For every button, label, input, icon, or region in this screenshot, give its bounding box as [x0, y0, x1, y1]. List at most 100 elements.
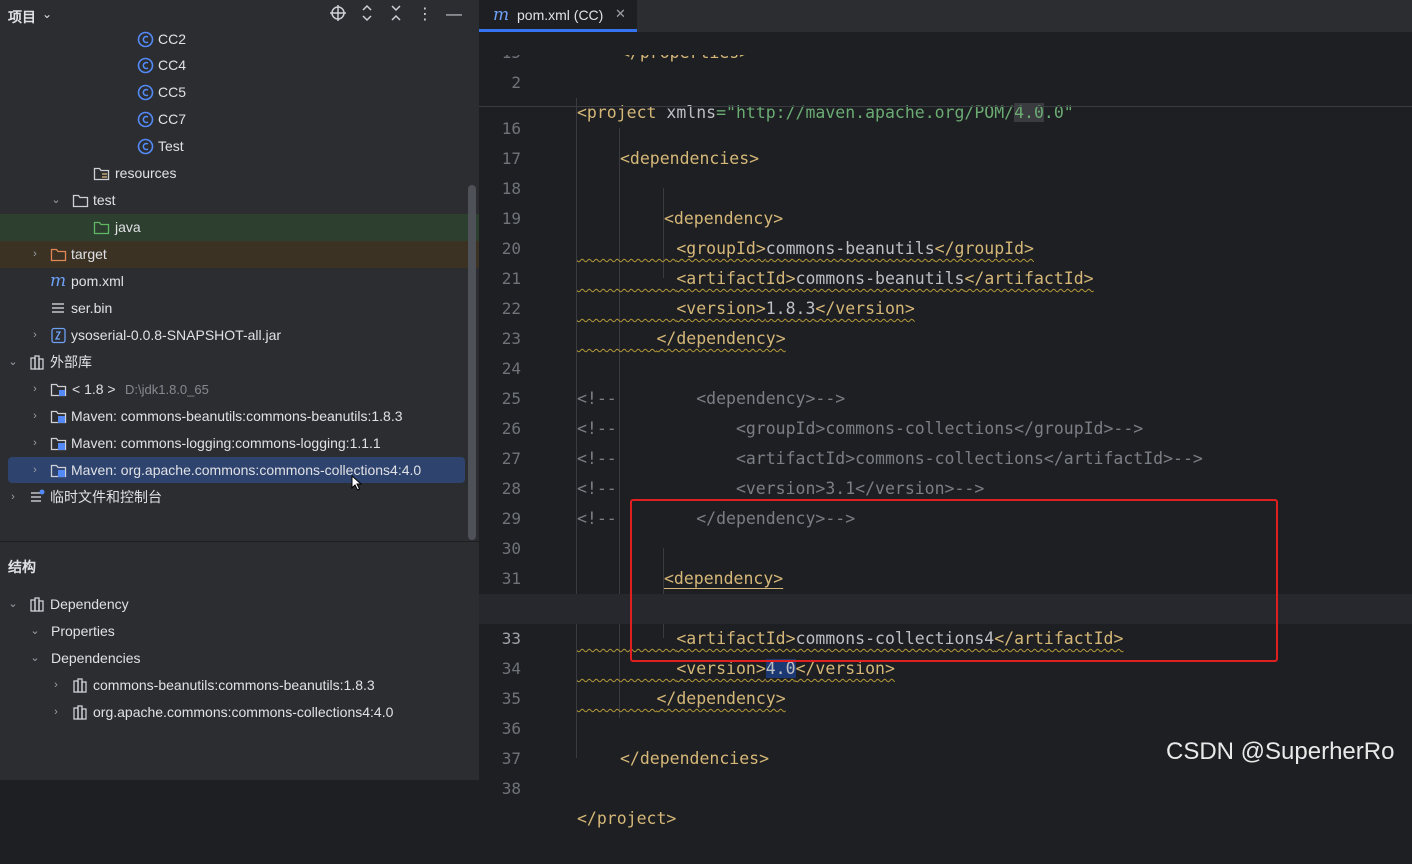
structure-item-dependency[interactable]: ⌄ Dependency [0, 591, 479, 618]
code-line: 16 <dependencies> [479, 84, 1412, 168]
tree-item-pom-xml[interactable]: m pom.xml [0, 268, 479, 295]
chevron-right-icon[interactable]: › [50, 672, 62, 699]
expand-all-icon[interactable] [356, 4, 378, 26]
tree-item-label: java [115, 219, 141, 235]
chevron-right-icon[interactable]: › [29, 322, 41, 349]
locate-icon[interactable] [327, 4, 349, 26]
tree-item-label: pom.xml [71, 273, 124, 289]
structure-panel-title: 结构 [8, 559, 36, 575]
tree-item-label: CC4 [158, 57, 187, 73]
jar-icon [51, 327, 66, 344]
tree-item-maven-collections4[interactable]: › Maven: org.apache.commons:commons-coll… [0, 457, 479, 484]
structure-item-dependencies[interactable]: ⌄ Dependencies [0, 645, 479, 672]
chevron-right-icon[interactable]: › [7, 484, 19, 511]
panel-divider[interactable] [0, 541, 479, 542]
chevron-right-icon[interactable]: › [29, 376, 41, 403]
chevron-down-icon[interactable]: ⌄ [42, 7, 52, 21]
chevron-down-icon[interactable]: ⌄ [29, 645, 41, 672]
code-line: 17 [479, 114, 1412, 168]
chevron-down-icon[interactable]: ⌄ [7, 349, 19, 376]
scratches-icon [31, 489, 45, 502]
chevron-right-icon[interactable]: › [29, 457, 41, 484]
maven-library-icon [50, 410, 67, 424]
text-file-icon [52, 303, 64, 313]
jdk-icon [50, 383, 67, 397]
tree-item-test-folder[interactable]: ⌄ test [0, 187, 479, 214]
chevron-right-icon[interactable]: › [29, 430, 41, 457]
hide-panel-icon[interactable]: — [443, 4, 465, 26]
tree-item-label: Maven: org.apache.commons:commons-collec… [71, 462, 422, 478]
maven-icon: m [50, 271, 67, 291]
tree-item-target[interactable]: › target [0, 241, 479, 268]
code-line: 25 <!-- <groupId>commons-collections</gr… [479, 354, 1412, 438]
code-line: 18 <dependency> [479, 144, 1412, 228]
structure-item-beanutils[interactable]: › commons-beanutils:commons-beanutils:1.… [0, 672, 479, 699]
tree-item-ser-bin[interactable]: ser.bin [0, 295, 479, 322]
tree-item-resources[interactable]: resources [0, 160, 479, 187]
editor-tab-pom-xml[interactable]: m pom.xml (CC) ✕ [479, 0, 637, 32]
line-number: 38 [501, 779, 521, 798]
code-editor[interactable]: 2 <project xmlns="http://maven.apache.or… [479, 38, 1412, 828]
collapse-all-icon[interactable] [385, 4, 407, 26]
structure-item-label: Properties [51, 623, 115, 639]
java-class-icon [137, 31, 154, 48]
code-line: 27 <!-- <version>3.1</version>--> [479, 414, 1412, 498]
tree-item-ysoserial-jar[interactable]: › ysoserial-0.0.8-SNAPSHOT-all.jar [0, 322, 479, 349]
project-tree-scrollbar[interactable] [468, 185, 476, 540]
tree-item-cc7[interactable]: CC7 [0, 106, 479, 133]
chevron-right-icon[interactable]: › [29, 241, 41, 268]
tree-item-test-class[interactable]: Test [0, 133, 479, 160]
tree-item-external-libraries[interactable]: ⌄ 外部库 [0, 349, 479, 376]
jdk-path: D:\jdk1.8.0_65 [125, 382, 209, 397]
tree-item-scratches[interactable]: › 临时文件和控制台 [0, 484, 479, 511]
tree-item-java-test-root[interactable]: java [0, 214, 479, 241]
java-class-icon [137, 111, 154, 128]
maven-icon: m [493, 5, 510, 25]
structure-item-collections4[interactable]: › org.apache.commons:commons-collections… [0, 699, 479, 726]
tree-item-label: 临时文件和控制台 [50, 489, 162, 505]
tree-item-label: target [71, 246, 107, 262]
maven-library-icon [50, 437, 67, 451]
tree-item-maven-logging[interactable]: › Maven: commons-logging:commons-logging… [0, 430, 479, 457]
tree-item-label: CC7 [158, 111, 187, 127]
chevron-down-icon[interactable]: ⌄ [29, 618, 41, 645]
tree-item-label: CC5 [158, 84, 187, 100]
tree-item-label: ysoserial-0.0.8-SNAPSHOT-all.jar [71, 327, 282, 343]
close-icon[interactable]: ✕ [615, 6, 626, 22]
structure-item-label: Dependency [50, 596, 129, 612]
structure-item-label: org.apache.commons:commons-collections4:… [93, 704, 394, 720]
project-tool-window: 项目 ⌄ ⋮ — CC2 CC4 CC5 CC7 Test resources … [0, 0, 479, 780]
java-class-icon [137, 138, 154, 155]
structure-item-properties[interactable]: ⌄ Properties [0, 618, 479, 645]
chevron-down-icon[interactable]: ⌄ [7, 591, 19, 618]
structure-icon [73, 678, 87, 693]
more-options-icon[interactable]: ⋮ [414, 4, 436, 26]
watermark: CSDN @SuperherRo [1166, 738, 1395, 765]
code-line: 19 <groupId>commons-beanutils</groupId> [479, 174, 1412, 258]
tree-item-cc2[interactable]: CC2 [0, 26, 479, 53]
code-line: 28 <!-- </dependency>--> [479, 444, 1412, 528]
maven-library-icon [50, 464, 67, 478]
project-panel-title[interactable]: 项目 [8, 7, 36, 27]
tree-item-jdk[interactable]: › < 1.8 > D:\jdk1.8.0_65 [0, 376, 479, 403]
line-text: </properties> [620, 55, 749, 68]
chevron-right-icon[interactable]: › [50, 699, 62, 726]
tree-item-maven-beanutils[interactable]: › Maven: commons-beanutils:commons-beanu… [0, 403, 479, 430]
editor-tab-bar: m pom.xml (CC) ✕ [479, 0, 1412, 32]
code-line: 26 <!-- <artifactId>commons-collections<… [479, 384, 1412, 468]
java-class-icon [137, 57, 154, 74]
structure-icon [73, 705, 87, 720]
tree-item-label: resources [115, 165, 177, 181]
chevron-right-icon[interactable]: › [29, 403, 41, 430]
code-line: 24 <!-- <dependency>--> [479, 324, 1412, 408]
chevron-down-icon[interactable]: ⌄ [50, 187, 62, 214]
tree-item-label: Maven: commons-logging:commons-logging:1… [71, 435, 381, 451]
structure-item-label: commons-beanutils:commons-beanutils:1.8.… [93, 677, 375, 693]
java-class-icon [137, 84, 154, 101]
library-icon [30, 355, 44, 370]
tab-label: pom.xml (CC) [517, 7, 604, 23]
tree-item-label: < 1.8 > [72, 381, 116, 397]
tree-item-cc5[interactable]: CC5 [0, 79, 479, 106]
tree-item-cc4[interactable]: CC4 [0, 52, 479, 79]
tree-item-label: Maven: commons-beanutils:commons-beanuti… [71, 408, 403, 424]
